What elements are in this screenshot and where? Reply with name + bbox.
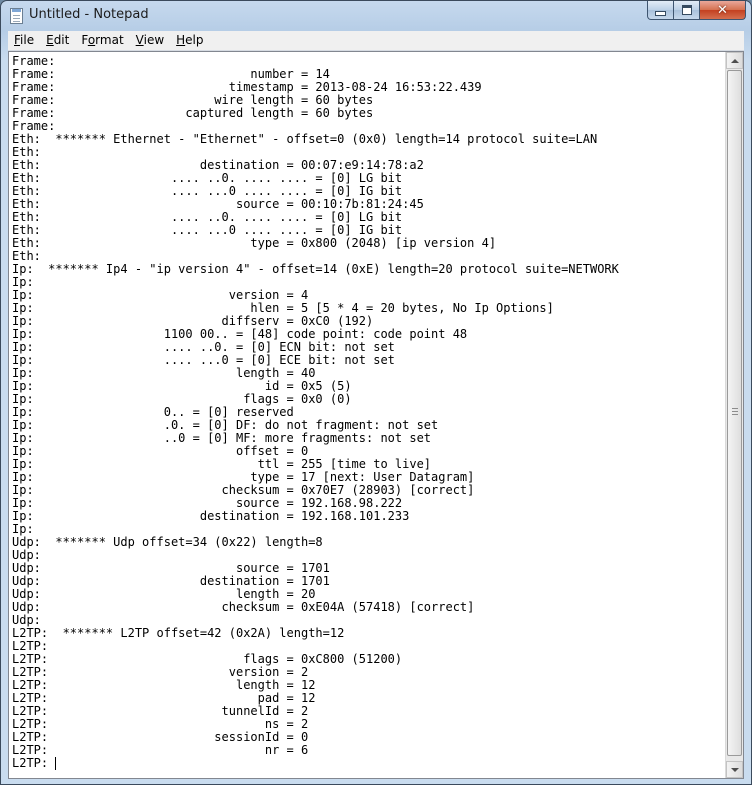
text-line-content: L2TP: ******* L2TP offset=42 (0x2A) leng… (12, 626, 345, 640)
notepad-app-icon[interactable] (10, 8, 23, 24)
text-line-content: Frame: captured length = 60 bytes (12, 106, 374, 120)
text-line-content: Ip: 0.. = [0] reserved (12, 405, 294, 419)
text-line-content: Udp: destination = 1701 (12, 574, 330, 588)
text-line: L2TP: (12, 757, 619, 770)
text-line: Ip: ******* Ip4 - "ip version 4" - offse… (12, 263, 619, 276)
text-line-content: Ip: hlen = 5 [5 * 4 = 20 bytes, No Ip Op… (12, 301, 554, 315)
text-line-content: Udp: checksum = 0xE04A (57418) [correct] (12, 600, 475, 614)
menu-view-mnemonic: V (135, 33, 144, 47)
text-line-content: L2TP: version = 2 (12, 665, 309, 679)
vertical-scrollbar[interactable] (725, 52, 743, 778)
text-line-content: Frame: (12, 54, 56, 68)
text-line-content: Ip: length = 40 (12, 366, 316, 380)
text-line-content: L2TP: ns = 2 (12, 717, 309, 731)
text-line-content: Ip: type = 17 [next: User Datagram] (12, 470, 475, 484)
text-line-content: Ip: diffserv = 0xC0 (192) (12, 314, 374, 328)
text-line-content: L2TP: (12, 639, 49, 653)
text-line-content: Ip: .... ...0 = [0] ECE bit: not set (12, 353, 395, 367)
window-title: Untitled - Notepad (29, 7, 149, 22)
text-line-content: Ip: destination = 192.168.101.233 (12, 509, 410, 523)
text-line-content: Eth: (12, 145, 41, 159)
text-line-content: Ip: .0. = [0] DF: do not fragment: not s… (12, 418, 439, 432)
text-line-content: Ip: ..0 = [0] MF: more fragments: not se… (12, 431, 432, 445)
notepad-window: Untitled - Notepad ✕ File Edit Format Vi… (0, 0, 752, 785)
scroll-up-button[interactable] (726, 52, 743, 69)
text-line-content: Udp: (12, 613, 41, 627)
menu-file-label: ile (20, 33, 35, 47)
menu-edit-mnemonic: E (46, 33, 54, 47)
menu-help-label: elp (185, 33, 204, 47)
text-line-content: Frame: wire length = 60 bytes (12, 93, 374, 107)
text-line-content: Ip: offset = 0 (12, 444, 309, 458)
text-line: Eth: ******* Ethernet - "Ethernet" - off… (12, 133, 619, 146)
maximize-icon (681, 5, 692, 15)
arrow-down-icon (730, 767, 739, 772)
text-line-content: Eth: (12, 249, 41, 263)
text-line: Ip: destination = 192.168.101.233 (12, 510, 619, 523)
text-line-content: Udp: length = 20 (12, 587, 316, 601)
text-line-content: Ip: source = 192.168.98.222 (12, 496, 403, 510)
text-line-content: Eth: .... ..0. .... .... = [0] LG bit (12, 171, 403, 185)
text-line: L2TP: ******* L2TP offset=42 (0x2A) leng… (12, 627, 619, 640)
title-bar[interactable]: Untitled - Notepad ✕ (1, 1, 751, 31)
text-line-content: Ip: ******* Ip4 - "ip version 4" - offse… (12, 262, 619, 276)
menu-file[interactable]: File (8, 31, 40, 50)
text-line-content: L2TP: tunnelId = 2 (12, 704, 309, 718)
text-line-content: Frame: (12, 119, 56, 133)
text-line-content: Eth: .... ..0. .... .... = [0] LG bit (12, 210, 403, 224)
text-line-content: L2TP: sessionId = 0 (12, 730, 309, 744)
text-line-content: Udp: ******* Udp offset=34 (0x22) length… (12, 535, 323, 549)
text-line-content: L2TP: pad = 12 (12, 691, 316, 705)
scroll-down-button[interactable] (726, 761, 743, 778)
text-line: Frame: captured length = 60 bytes (12, 107, 619, 120)
text-line: Udp: checksum = 0xE04A (57418) [correct] (12, 601, 619, 614)
text-line-content: Ip: .... ..0. = [0] ECN bit: not set (12, 340, 395, 354)
text-line-content: Ip: (12, 522, 34, 536)
text-line-content: Frame: timestamp = 2013-08-24 16:53:22.4… (12, 80, 482, 94)
text-line-content: Ip: (12, 275, 34, 289)
close-button[interactable]: ✕ (700, 1, 746, 20)
text-line: Eth: type = 0x800 (2048) [ip version 4] (12, 237, 619, 250)
text-line-content: Ip: version = 4 (12, 288, 309, 302)
text-line-content: Udp: (12, 548, 41, 562)
text-line-content: Eth: destination = 00:07:e9:14:78:a2 (12, 158, 424, 172)
text-line-content: Frame: number = 14 (12, 67, 330, 81)
menu-view-label: iew (143, 33, 165, 47)
menu-format[interactable]: Format (75, 31, 129, 50)
text-line-content: Ip: checksum = 0x70E7 (28903) [correct] (12, 483, 475, 497)
menu-format-label: rmat (95, 33, 124, 47)
text-caret (55, 757, 57, 770)
text-line-content: Ip: id = 0x5 (5) (12, 379, 352, 393)
text-line: L2TP: nr = 6 (12, 744, 619, 757)
text-line-content: Ip: flags = 0x0 (0) (12, 392, 352, 406)
text-line-content: Udp: source = 1701 (12, 561, 330, 575)
text-line-content: Eth: ******* Ethernet - "Ethernet" - off… (12, 132, 598, 146)
menu-help[interactable]: Help (170, 31, 209, 50)
menu-edit[interactable]: Edit (40, 31, 75, 50)
text-line-content: L2TP: (12, 756, 56, 770)
menu-help-mnemonic: H (176, 33, 186, 47)
text-line-content: L2TP: length = 12 (12, 678, 316, 692)
text-line-content: Ip: ttl = 255 [time to live] (12, 457, 432, 471)
text-line-content: Eth: .... ...0 .... .... = [0] IG bit (12, 184, 403, 198)
text-line-content: L2TP: nr = 6 (12, 743, 309, 757)
menu-view[interactable]: View (130, 31, 170, 50)
text-line-content: Ip: 1100 00.. = [48] code point: code po… (12, 327, 468, 341)
text-line-content: Eth: source = 00:10:7b:81:24:45 (12, 197, 424, 211)
minimize-button[interactable] (647, 1, 674, 20)
text-line: Udp: ******* Udp offset=34 (0x22) length… (12, 536, 619, 549)
caption-buttons: ✕ (647, 1, 746, 21)
close-icon: ✕ (717, 2, 728, 18)
menu-bar: File Edit Format View Help (8, 31, 744, 51)
menu-edit-label: dit (53, 33, 70, 47)
text-line-content: Eth: type = 0x800 (2048) [ip version 4] (12, 236, 497, 250)
maximize-button[interactable] (674, 1, 700, 20)
text-editor[interactable]: Frame: Frame: number = 14 Frame: timestamp… (8, 51, 744, 779)
scroll-thumb[interactable] (727, 70, 742, 756)
arrow-up-icon (730, 58, 739, 63)
text-line-content: L2TP: flags = 0xC800 (51200) (12, 652, 403, 666)
editor-text[interactable]: Frame: Frame: number = 14 Frame: timestamp… (12, 55, 619, 770)
text-line-content: Eth: .... ...0 .... .... = [0] IG bit (12, 223, 403, 237)
minimize-icon (655, 10, 666, 16)
